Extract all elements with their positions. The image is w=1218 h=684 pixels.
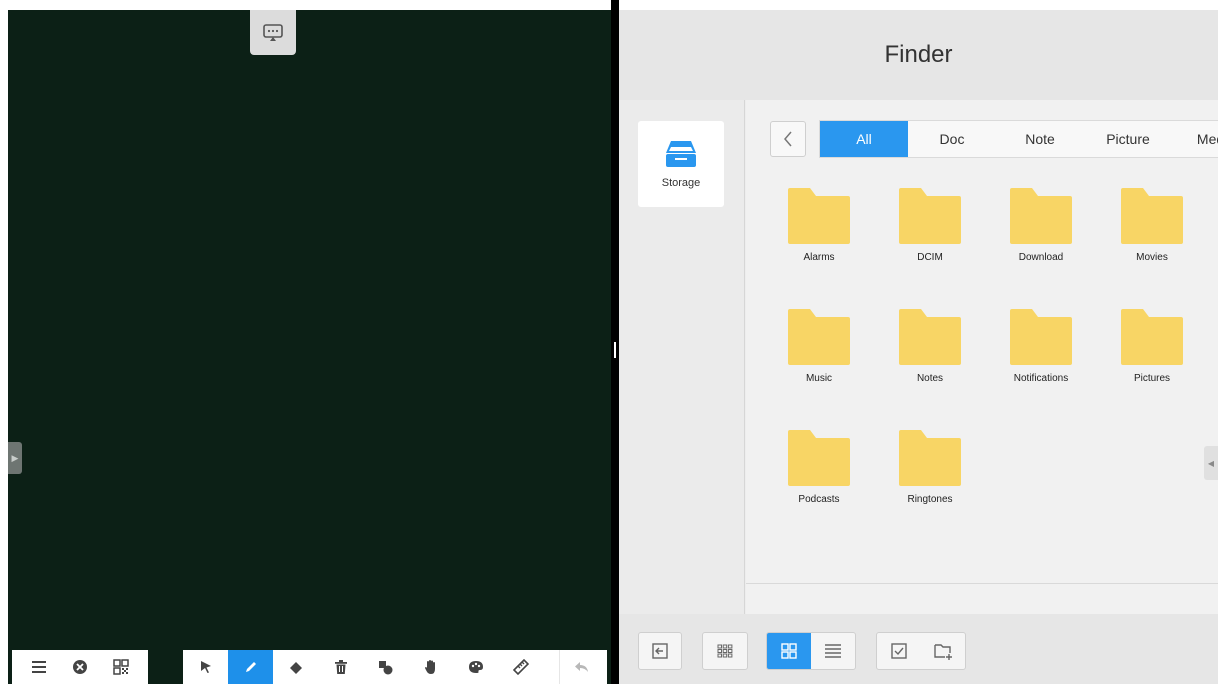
folder-icon [1010,188,1072,244]
split-divider-handle[interactable] [614,342,616,358]
pen-tool-button[interactable] [228,650,273,684]
hand-tool-button[interactable] [408,650,453,684]
storage-label: Storage [661,177,701,189]
tab-picture[interactable]: Picture [1084,121,1172,157]
folder-label: Download [1018,252,1064,263]
palette-icon [468,661,483,673]
select-tool-button[interactable] [183,650,228,684]
color-tool-button[interactable] [453,650,498,684]
ruler-tool-button[interactable] [498,650,543,684]
chat-screen-icon [263,23,283,41]
board-left-toolbar [12,650,148,684]
folder-item[interactable]: Notes [880,309,980,409]
menu-button[interactable] [24,650,54,684]
tab-all[interactable]: All [820,121,908,157]
folder-icon [788,188,850,244]
page-title: Finder [884,41,953,68]
folder-item[interactable]: Movies [1102,188,1202,288]
grid-small-icon [717,644,733,658]
trash-icon [334,659,347,674]
back-button[interactable] [770,121,806,157]
folder-label: DCIM [917,252,943,263]
qr-code-icon [113,659,130,675]
folder-label: Notes [916,373,944,384]
finder-header: Finder [619,10,1218,100]
grid-view-button[interactable] [767,633,811,669]
storage-item[interactable]: Storage [638,121,724,207]
undo-icon [575,662,588,672]
eraser-tool-button[interactable] [273,650,318,684]
folder-label: Notifications [1013,373,1069,384]
expand-sidebar-tab[interactable]: ▶ [8,442,22,474]
eraser-icon [289,662,302,674]
folder-label: Pictures [1133,373,1171,384]
folder-item[interactable]: DCIM [880,188,980,288]
folder-icon [899,309,961,365]
shapes-tool-button[interactable] [363,650,408,684]
import-icon [652,643,668,659]
ruler-icon [512,659,529,675]
folder-item[interactable]: Music [769,309,869,409]
folder-icon [1121,309,1183,365]
multi-select-button[interactable] [877,633,921,669]
folder-icon [1010,309,1072,365]
folder-icon [899,430,961,486]
finder-footer [619,614,1218,684]
undo-button[interactable] [559,650,604,684]
folder-label: Ringtones [907,494,953,505]
import-button[interactable] [638,632,682,670]
file-browser: All Doc Note Picture Media Alarms DCIM D… [746,100,1218,614]
tab-doc[interactable]: Doc [908,121,996,157]
view-mode-toggle [766,632,856,670]
tab-note[interactable]: Note [996,121,1084,157]
checkbox-icon [891,643,907,659]
finder-window: Finder Storage All Doc Note Picture Me A… [619,10,1218,684]
chevron-right-icon: ▶ [11,452,19,463]
content-divider [746,583,1218,584]
whiteboard-canvas[interactable]: ▶ [8,10,611,684]
collapse-panel-tab[interactable]: ◀ [1204,446,1218,480]
folder-item[interactable]: Ringtones [880,430,980,530]
list-view-button[interactable] [811,633,855,669]
folder-item[interactable]: Notifications [991,309,1091,409]
screen-share-button[interactable] [250,10,296,55]
folder-icon [1121,188,1183,244]
file-actions-group [876,632,966,670]
new-folder-icon [934,644,952,660]
folder-label: Podcasts [798,494,840,505]
close-board-button[interactable] [65,650,95,684]
qr-code-button[interactable] [106,650,136,684]
thumbnails-button[interactable] [702,632,748,670]
select-arrow-icon [200,661,211,673]
folder-item[interactable]: Download [991,188,1091,288]
folder-label: Music [805,373,833,384]
grid-view-icon [781,643,797,659]
folder-label: Movies [1136,252,1168,263]
hand-icon [424,660,435,674]
new-folder-button[interactable] [921,633,965,669]
finder-body: Storage All Doc Note Picture Media Alarm… [619,100,1218,614]
folder-icon [899,188,961,244]
folder-item[interactable]: Alarms [769,188,869,288]
list-view-icon [825,644,841,658]
close-circle-icon [72,660,87,674]
delete-tool-button[interactable] [318,650,363,684]
shapes-icon [379,660,393,674]
chevron-left-small-icon: ◀ [1207,458,1215,468]
folder-icon [788,309,850,365]
folder-icon [788,430,850,486]
board-tool-bar [183,650,607,684]
menu-icon [31,661,46,673]
storage-sidebar: Storage [619,100,745,614]
folder-label: Alarms [803,252,835,263]
storage-tray-icon [666,141,696,167]
folder-item[interactable]: Pictures [1102,309,1202,409]
tab-media[interactable]: Media [1172,121,1218,157]
filter-tabs: All Doc Note Picture Media [819,120,1218,158]
folder-item[interactable]: Podcasts [769,430,869,530]
chevron-left-icon [784,131,792,147]
pen-icon [245,662,256,672]
